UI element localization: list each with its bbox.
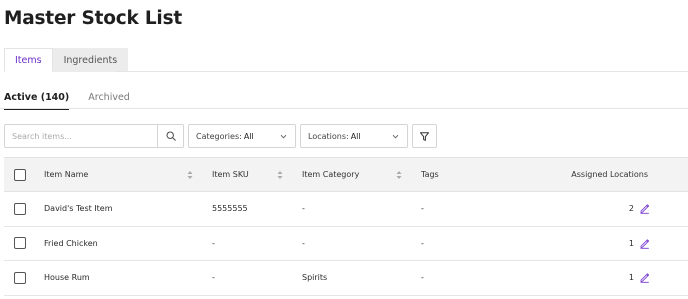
column-header-item-name[interactable]: Item Name: [44, 158, 88, 191]
sort-icon[interactable]: [396, 170, 402, 180]
assigned-locations-cell: 2: [629, 192, 650, 226]
items-table: Item Name Item SKU Item Category Tags As…: [4, 157, 688, 296]
row-checkbox[interactable]: [14, 237, 26, 250]
table-row[interactable]: David's Test Item 5555555 - - 2: [4, 192, 688, 227]
tabs-divider: [115, 71, 688, 72]
row-checkbox[interactable]: [14, 202, 26, 215]
item-name: Fried Chicken: [44, 238, 98, 248]
search-box: [4, 124, 184, 148]
edit-locations-button[interactable]: [639, 203, 650, 215]
search-button[interactable]: [157, 125, 183, 147]
sort-icon[interactable]: [277, 170, 283, 180]
item-category: Spirits: [302, 273, 328, 283]
assigned-locations-cell: 1: [629, 261, 650, 295]
tab-ingredients[interactable]: Ingredients: [52, 48, 129, 72]
locations-value: All: [350, 131, 361, 141]
chevron-down-icon: [280, 134, 287, 139]
filter-button[interactable]: [412, 124, 437, 148]
sort-icon[interactable]: [187, 170, 193, 180]
assigned-locations-count: 2: [628, 204, 634, 214]
locations-dropdown[interactable]: Locations: All: [300, 124, 408, 148]
item-name: House Rum: [44, 273, 90, 283]
categories-label: Categories:: [196, 131, 242, 141]
edit-locations-button[interactable]: [639, 272, 650, 284]
tab-items[interactable]: Items: [4, 48, 53, 72]
main-tabs: Items Ingredients: [4, 48, 129, 72]
chevron-down-icon: [392, 134, 399, 139]
column-header-item-category[interactable]: Item Category: [302, 158, 359, 191]
item-tags: -: [421, 204, 424, 214]
assigned-locations-cell: 1: [629, 227, 650, 261]
search-input[interactable]: [5, 125, 157, 147]
edit-pencil-icon: [640, 273, 650, 284]
table-row[interactable]: Fried Chicken - - - 1: [4, 226, 688, 261]
assigned-locations-count: 1: [628, 273, 634, 283]
item-category: -: [302, 204, 305, 214]
table-header: Item Name Item SKU Item Category Tags As…: [4, 157, 688, 192]
categories-dropdown[interactable]: Categories: All: [188, 124, 296, 148]
categories-value: All: [243, 131, 254, 141]
assigned-locations-count: 1: [628, 238, 634, 248]
status-tabs-divider: [0, 108, 688, 109]
item-name: David's Test Item: [44, 204, 113, 214]
filter-icon: [420, 131, 429, 141]
select-all-checkbox[interactable]: [14, 168, 26, 181]
item-sku: 5555555: [212, 204, 248, 214]
search-icon: [165, 131, 176, 141]
item-sku: -: [212, 273, 215, 283]
row-checkbox[interactable]: [14, 271, 26, 284]
edit-locations-button[interactable]: [639, 238, 650, 249]
table-row[interactable]: House Rum - Spirits - 1: [4, 261, 688, 296]
column-header-assigned-locations: Assigned Locations: [571, 170, 648, 179]
item-tags: -: [421, 238, 424, 248]
column-header-item-sku[interactable]: Item SKU: [212, 158, 249, 191]
page-title: Master Stock List: [4, 8, 183, 29]
edit-pencil-icon: [640, 239, 650, 249]
item-sku: -: [212, 238, 215, 248]
edit-pencil-icon: [640, 204, 650, 215]
item-tags: -: [421, 273, 424, 283]
item-category: -: [302, 238, 305, 248]
locations-label: Locations:: [308, 131, 349, 141]
column-header-tags: Tags: [421, 170, 439, 179]
